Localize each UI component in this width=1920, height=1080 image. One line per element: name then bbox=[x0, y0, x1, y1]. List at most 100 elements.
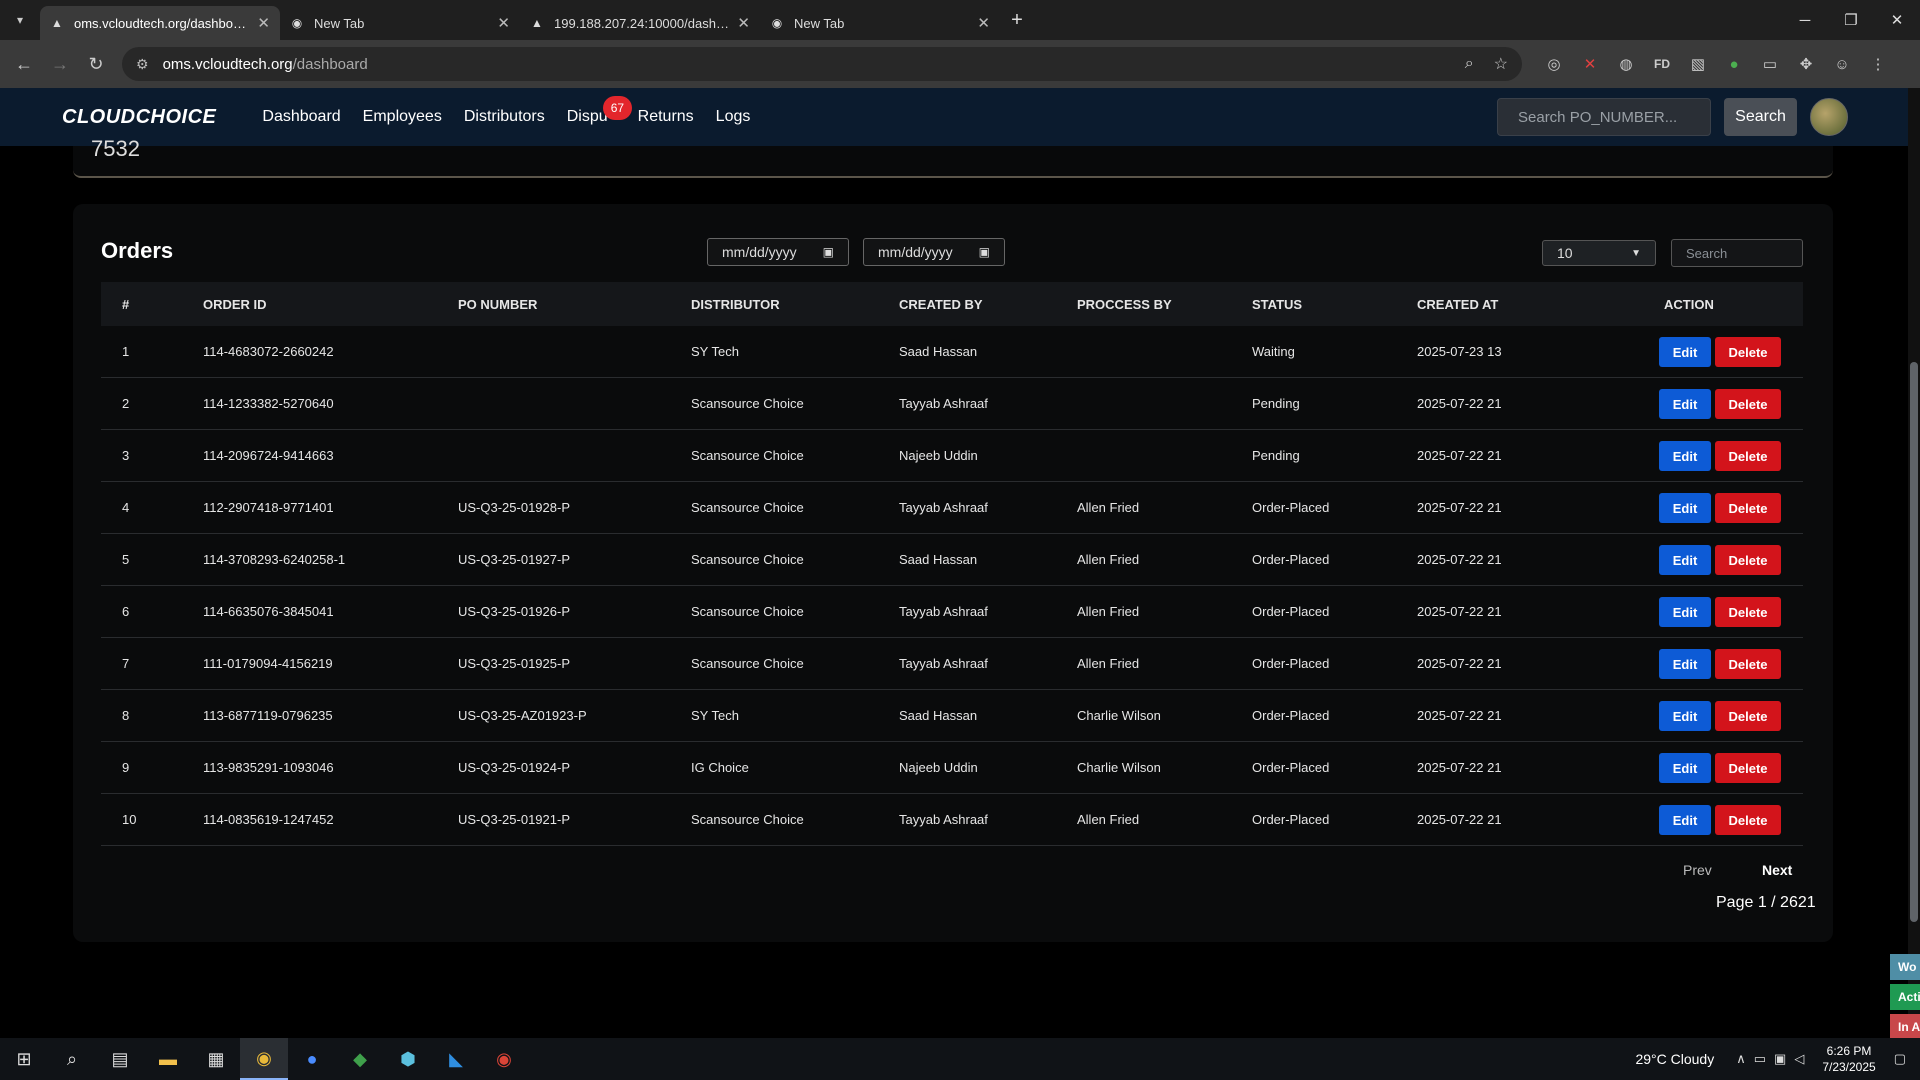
nav-logs[interactable]: Logs bbox=[716, 108, 751, 126]
edit-button[interactable]: Edit bbox=[1659, 753, 1711, 783]
edit-button[interactable]: Edit bbox=[1659, 701, 1711, 731]
clock[interactable]: 6:26 PM 7/23/2025 bbox=[1822, 1043, 1875, 1075]
cell-process-by: Allen Fried bbox=[1077, 604, 1140, 619]
network-icon[interactable]: ▣ bbox=[1774, 1051, 1786, 1067]
new-tab-button[interactable]: + bbox=[1000, 9, 1034, 32]
extension-photo-icon[interactable]: ▧ bbox=[1680, 55, 1716, 73]
nav-dashboard[interactable]: Dashboard bbox=[262, 108, 340, 126]
delete-button[interactable]: Delete bbox=[1715, 337, 1781, 367]
zoom-app-icon[interactable]: ● bbox=[288, 1038, 336, 1080]
edit-button[interactable]: Edit bbox=[1659, 493, 1711, 523]
delete-button[interactable]: Delete bbox=[1715, 389, 1781, 419]
side-tab[interactable]: In A bbox=[1890, 1014, 1920, 1040]
brand-logo[interactable]: CLOUDCHOICE bbox=[62, 106, 216, 129]
next-page-button[interactable]: Next bbox=[1762, 862, 1792, 878]
cell-status: Order-Placed bbox=[1252, 552, 1330, 567]
extension-fd-icon[interactable]: FD bbox=[1644, 57, 1680, 71]
per-page-select[interactable]: 10 ▼ bbox=[1542, 240, 1656, 266]
bookmark-star-icon[interactable]: ☆ bbox=[1494, 54, 1508, 74]
cell-number: 8 bbox=[122, 708, 130, 723]
forward-icon[interactable]: → bbox=[42, 54, 78, 75]
store-icon[interactable]: ▦ bbox=[192, 1038, 240, 1080]
minimize-icon[interactable]: ─ bbox=[1782, 0, 1828, 40]
close-tab-icon[interactable]: ✕ bbox=[737, 14, 750, 32]
mongodb-compass-icon[interactable]: ◆ bbox=[336, 1038, 384, 1080]
notifications-icon[interactable]: ▢ bbox=[1894, 1051, 1906, 1067]
cell-order-id: 114-2096724-9414663 bbox=[203, 448, 334, 463]
omnibox[interactable]: ⚙ oms.vcloudtech.org /dashboard ⌕ ☆ bbox=[122, 47, 1522, 81]
delete-button[interactable]: Delete bbox=[1715, 753, 1781, 783]
chrome-profile-icon[interactable]: ◉ bbox=[480, 1038, 528, 1080]
vscode-icon[interactable]: ◣ bbox=[432, 1038, 480, 1080]
edit-button[interactable]: Edit bbox=[1659, 441, 1711, 471]
delete-button[interactable]: Delete bbox=[1715, 441, 1781, 471]
calendar-icon[interactable]: ▣ bbox=[979, 245, 990, 259]
restore-icon[interactable]: ❐ bbox=[1828, 0, 1874, 40]
po-search-button[interactable]: Search bbox=[1724, 98, 1797, 136]
site-info-icon[interactable]: ⚙ bbox=[136, 56, 149, 73]
reload-icon[interactable]: ↻ bbox=[78, 54, 114, 75]
chevron-up-icon[interactable]: ∧ bbox=[1736, 1051, 1746, 1067]
browser-tab-4[interactable]: ◉ New Tab ✕ bbox=[760, 6, 1000, 40]
extension-monitor-icon[interactable]: ▭ bbox=[1752, 55, 1788, 73]
app-diamond-icon[interactable]: ⬢ bbox=[384, 1038, 432, 1080]
delete-button[interactable]: Delete bbox=[1715, 545, 1781, 575]
edit-button[interactable]: Edit bbox=[1659, 545, 1711, 575]
prev-page-button[interactable]: Prev bbox=[1683, 862, 1712, 878]
edit-button[interactable]: Edit bbox=[1659, 597, 1711, 627]
delete-button[interactable]: Delete bbox=[1715, 701, 1781, 731]
scrollbar-thumb[interactable] bbox=[1910, 362, 1918, 922]
volume-icon[interactable]: ◁ bbox=[1794, 1051, 1804, 1067]
extension-green-icon[interactable]: ● bbox=[1716, 56, 1752, 73]
table-search-input[interactable]: Search bbox=[1671, 239, 1803, 267]
date-from-input[interactable]: mm/dd/yyyy ▣ bbox=[707, 238, 849, 266]
delete-button[interactable]: Delete bbox=[1715, 649, 1781, 679]
task-view-icon[interactable]: ▤ bbox=[96, 1038, 144, 1080]
close-tab-icon[interactable]: ✕ bbox=[497, 14, 510, 32]
battery-icon[interactable]: ▭ bbox=[1754, 1051, 1766, 1067]
user-avatar[interactable] bbox=[1810, 98, 1848, 136]
side-tab[interactable]: Wo bbox=[1890, 954, 1920, 980]
nav-employees[interactable]: Employees bbox=[363, 108, 442, 126]
nav-returns[interactable]: Returns bbox=[638, 108, 694, 126]
browser-tab-2[interactable]: ◉ New Tab ✕ bbox=[280, 6, 520, 40]
extension-x-icon[interactable]: ✕ bbox=[1572, 55, 1608, 73]
cell-order-id: 114-6635076-3845041 bbox=[203, 604, 334, 619]
delete-button[interactable]: Delete bbox=[1715, 493, 1781, 523]
zoom-icon[interactable]: ⌕ bbox=[1465, 55, 1474, 73]
close-window-icon[interactable]: ✕ bbox=[1874, 0, 1920, 40]
page-scrollbar[interactable] bbox=[1908, 88, 1920, 1038]
edit-button[interactable]: Edit bbox=[1659, 389, 1711, 419]
back-icon[interactable]: ← bbox=[6, 54, 42, 75]
po-search-input[interactable]: Search PO_NUMBER... bbox=[1497, 98, 1711, 136]
cell-status: Pending bbox=[1252, 448, 1300, 463]
date-to-input[interactable]: mm/dd/yyyy ▣ bbox=[863, 238, 1005, 266]
edit-button[interactable]: Edit bbox=[1659, 337, 1711, 367]
delete-button[interactable]: Delete bbox=[1715, 597, 1781, 627]
cell-number: 4 bbox=[122, 500, 130, 515]
extensions-puzzle-icon[interactable]: ✥ bbox=[1788, 55, 1824, 73]
browser-tab-1[interactable]: ▲ oms.vcloudtech.org/dashboard ✕ bbox=[40, 6, 280, 40]
extension-glasses-icon[interactable]: ◎ bbox=[1536, 55, 1572, 73]
tab-title: 199.188.207.24:10000/dashboard bbox=[554, 15, 732, 31]
browser-menu-icon[interactable]: ⋮ bbox=[1860, 55, 1896, 73]
nav-disputes[interactable]: Dispu 67 bbox=[567, 96, 633, 126]
profile-icon[interactable]: ☺ bbox=[1824, 56, 1860, 73]
extension-globe-icon[interactable]: ◍ bbox=[1608, 55, 1644, 73]
edit-button[interactable]: Edit bbox=[1659, 805, 1711, 835]
chrome-taskbar-icon[interactable]: ◉ bbox=[240, 1038, 288, 1080]
weather-widget[interactable]: 29°C Cloudy bbox=[1635, 1051, 1714, 1067]
side-tab[interactable]: Acti bbox=[1890, 984, 1920, 1010]
taskbar-search-icon[interactable]: ⌕ bbox=[48, 1038, 96, 1080]
edit-button[interactable]: Edit bbox=[1659, 649, 1711, 679]
windows-start-icon[interactable]: ⊞ bbox=[0, 1038, 48, 1080]
browser-tab-3[interactable]: ▲ 199.188.207.24:10000/dashboard ✕ bbox=[520, 6, 760, 40]
tab-search-icon[interactable]: ▾ bbox=[0, 0, 40, 40]
delete-button[interactable]: Delete bbox=[1715, 805, 1781, 835]
close-tab-icon[interactable]: ✕ bbox=[257, 14, 270, 32]
file-explorer-icon[interactable]: ▬ bbox=[144, 1038, 192, 1080]
nav-distributors[interactable]: Distributors bbox=[464, 108, 545, 126]
calendar-icon[interactable]: ▣ bbox=[823, 245, 834, 259]
close-tab-icon[interactable]: ✕ bbox=[977, 14, 990, 32]
tab-title: New Tab bbox=[794, 15, 845, 31]
